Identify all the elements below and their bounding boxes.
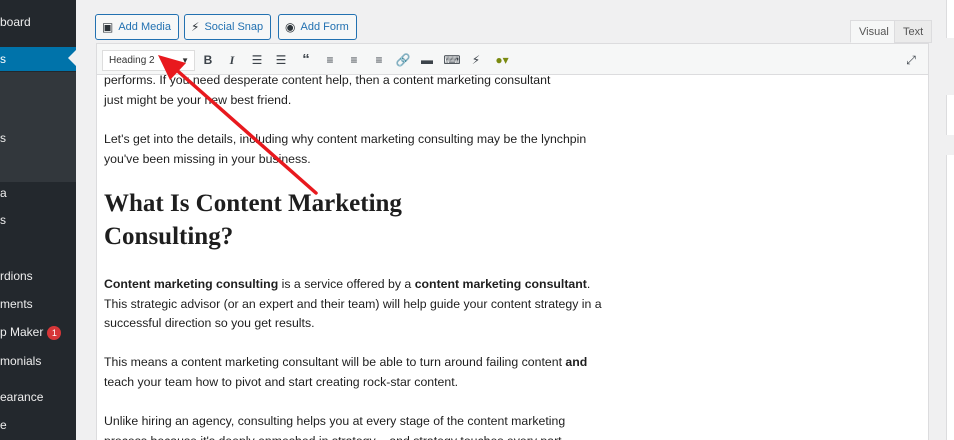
sidebar-item-posts[interactable]: s: [0, 47, 76, 71]
editor-toolbar: Heading 2 ▼ B I ☰ ☰ “ ≡ ≡ ≡ 🔗 ▬ ⌨ ⚡ ●▾ ⤢: [96, 43, 929, 75]
fullscreen-icon[interactable]: ⤢: [901, 51, 921, 69]
media-icon: ▣: [102, 20, 114, 34]
align-right-icon[interactable]: ≡: [369, 51, 389, 69]
post-editor: ▣ Add Media ⚡ Social Snap ◉ Add Form Vis…: [89, 0, 933, 440]
paragraph-unlike: Unlike hiring an agency, consulting help…: [104, 414, 566, 440]
numbered-list-icon[interactable]: ☰: [271, 51, 291, 69]
sidebar-item-more[interactable]: e: [0, 413, 76, 437]
social-snap-toolbar-icon[interactable]: ⚡: [466, 51, 486, 69]
right-panel-edge: [946, 95, 954, 135]
paragraph-means: This means a content marketing consultan…: [104, 355, 588, 389]
admin-sidebar: board s s a s rdions ments p Maker 1 moni…: [0, 0, 76, 440]
format-select[interactable]: Heading 2 ▼: [102, 50, 195, 71]
paragraph-details: Let's get into the details, including wh…: [104, 132, 587, 166]
form-icon: ◉: [285, 20, 296, 34]
chevron-down-icon: ▼: [181, 56, 189, 65]
align-center-icon[interactable]: ≡: [344, 51, 364, 69]
tab-text[interactable]: Text: [894, 20, 933, 43]
right-panel-edge: [946, 155, 954, 440]
active-menu-pointer: [68, 50, 76, 66]
plugin-dropdown-icon[interactable]: ●▾: [492, 51, 512, 69]
heading-what-is: What Is Content Marketing Consulting?: [104, 190, 402, 250]
update-count-badge: 1: [47, 325, 62, 340]
social-snap-button[interactable]: ⚡ Social Snap: [184, 14, 272, 40]
right-panel-edge: [946, 0, 954, 38]
sidebar-item-sub[interactable]: s: [0, 126, 76, 150]
sidebar-item-map-maker[interactable]: p Maker 1: [0, 320, 76, 344]
italic-icon[interactable]: I: [222, 51, 242, 69]
editor-content[interactable]: performs. If you need desperate content …: [96, 75, 929, 440]
tab-visual[interactable]: Visual: [850, 20, 898, 43]
sidebar-item-dashboard[interactable]: board: [0, 10, 76, 34]
sidebar-item-testimonials[interactable]: monials: [0, 349, 76, 373]
blockquote-icon[interactable]: “: [296, 51, 316, 69]
add-form-button[interactable]: ◉ Add Form: [278, 14, 357, 40]
read-more-icon[interactable]: ▬: [417, 51, 437, 69]
paragraph-intro: performs. If you need desperate content …: [104, 75, 551, 107]
link-icon[interactable]: 🔗: [393, 51, 413, 69]
bold-icon[interactable]: B: [198, 51, 218, 69]
toolbar-toggle-icon[interactable]: ⌨: [442, 51, 462, 69]
sidebar-item-accordions[interactable]: rdions: [0, 264, 76, 288]
sidebar-item-appearance[interactable]: earance: [0, 385, 76, 409]
sidebar-item-comments[interactable]: ments: [0, 292, 76, 316]
paragraph-definition: Content marketing consulting is a servic…: [104, 277, 602, 331]
add-media-button[interactable]: ▣ Add Media: [95, 14, 179, 40]
sidebar-item-media[interactable]: a: [0, 181, 76, 205]
social-snap-icon: ⚡: [191, 20, 200, 34]
bullet-list-icon[interactable]: ☰: [247, 51, 267, 69]
sidebar-item-pages[interactable]: s: [0, 208, 76, 232]
align-left-icon[interactable]: ≡: [320, 51, 340, 69]
